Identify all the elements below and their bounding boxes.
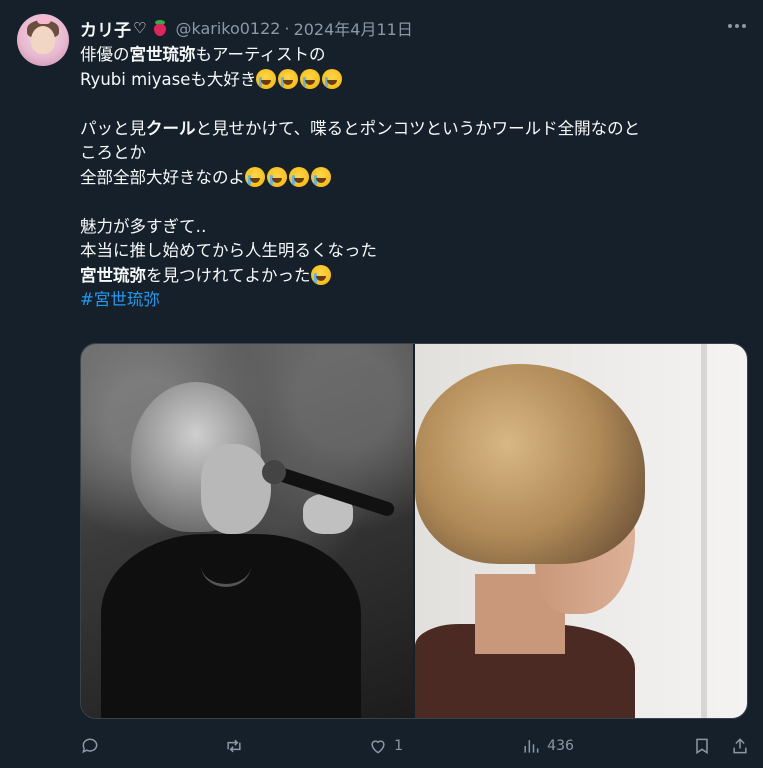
retweet-icon xyxy=(227,739,241,753)
crying-face-emoji-icon xyxy=(289,166,309,187)
meta-separator: · xyxy=(284,18,290,38)
text-segment: パッと見 xyxy=(80,118,146,138)
avatar-bow xyxy=(37,16,51,24)
text-segment: を見つけれてよかった xyxy=(146,265,311,285)
text-line: パッと見クールと見せかけて、喋るとポンコツというかワールド全開なのと xyxy=(80,117,750,142)
text-line: 魅力が多すぎて‥ xyxy=(80,215,750,240)
crying-face-emoji-icon xyxy=(300,68,321,89)
action-bar-right xyxy=(692,736,750,756)
like-button[interactable]: 1 xyxy=(368,736,403,756)
share-icon xyxy=(733,738,747,754)
text-line: 俳優の宮世琉弥もアーティストの xyxy=(80,43,750,68)
photo-singing-monochrome[interactable] xyxy=(81,344,415,718)
more-icon[interactable] xyxy=(725,14,749,38)
crying-face-emoji-icon xyxy=(311,166,331,187)
reply-icon xyxy=(82,738,98,754)
tweet[interactable]: カリ子 ♡ @kariko0122 · 2024年4月11日 俳優の宮世琉弥もア… xyxy=(0,0,763,768)
text-bold: 宮世琉弥 xyxy=(80,265,146,285)
reply-button[interactable] xyxy=(80,736,106,756)
like-icon xyxy=(371,740,385,754)
bookmark-icon xyxy=(696,738,708,755)
crying-face-emoji-icon xyxy=(256,68,277,89)
strawberry-icon xyxy=(153,20,167,36)
text-line: #宮世琉弥 xyxy=(80,288,750,313)
views-button[interactable]: 436 xyxy=(521,736,574,756)
text-bold: 宮世琉弥 xyxy=(129,45,196,64)
text-segment: Ryubi miyaseも大好き xyxy=(80,69,257,89)
tweet-date[interactable]: 2024年4月11日 xyxy=(294,16,413,40)
text-bold: クール xyxy=(146,118,196,138)
text-segment: 魅力が多すぎて‥ xyxy=(80,216,207,236)
crying-face-emoji-icon xyxy=(267,166,287,187)
hashtag-link[interactable]: #宮世琉弥 xyxy=(80,290,160,309)
retweet-button[interactable] xyxy=(224,736,250,756)
text-segment: 本当に推し始めてから人生明るくなった xyxy=(80,241,377,260)
avatar-face xyxy=(31,26,55,54)
avatar[interactable] xyxy=(17,14,69,66)
sad-tear-face-emoji-icon xyxy=(310,264,331,285)
crying-face-emoji-icon xyxy=(245,166,265,187)
text-line: 本当に推し始めてから人生明るくなった xyxy=(80,239,750,264)
text-segment: 全部全部大好きなのよ xyxy=(80,167,245,187)
bookmark-button[interactable] xyxy=(692,736,712,756)
like-count: 1 xyxy=(394,738,404,754)
text-segment: 俳優の xyxy=(80,45,130,64)
crying-face-emoji-icon xyxy=(278,68,299,89)
user-handle[interactable]: @kariko0122 xyxy=(175,19,280,38)
tweet-text: 俳優の宮世琉弥もアーティストの Ryubi miyaseも大好き パッと見クール… xyxy=(80,43,750,313)
photo-smiling-profile[interactable] xyxy=(415,344,747,718)
text-segment: ころとか xyxy=(80,143,146,162)
media-grid xyxy=(80,343,748,719)
display-name[interactable]: カリ子 xyxy=(80,16,131,41)
text-line: ころとか xyxy=(80,141,750,166)
share-button[interactable] xyxy=(730,736,750,756)
text-line: 宮世琉弥を見つけれてよかった xyxy=(80,264,750,289)
text-segment: もアーティストの xyxy=(195,45,326,64)
text-segment: と見せかけて、喋るとポンコツというかワールド全開なのと xyxy=(195,118,641,138)
views-count: 436 xyxy=(547,738,574,754)
views-icon xyxy=(524,740,539,753)
action-bar: 1 436 xyxy=(80,732,750,760)
white-heart-icon: ♡ xyxy=(133,19,147,37)
text-line: 全部全部大好きなのよ xyxy=(80,166,750,191)
tweet-header: カリ子 ♡ @kariko0122 · 2024年4月11日 xyxy=(80,16,413,41)
text-line: Ryubi miyaseも大好き xyxy=(80,68,750,93)
crying-face-emoji-icon xyxy=(322,68,343,89)
